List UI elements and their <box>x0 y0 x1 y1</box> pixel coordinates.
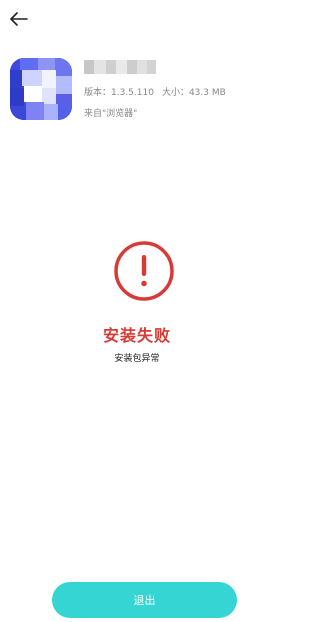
app-name-mask <box>84 60 156 74</box>
source-text: 来自"浏览器" <box>84 109 138 119</box>
exit-button[interactable]: 退出 <box>52 582 237 618</box>
status-subtitle: 安装包异常 <box>114 354 160 364</box>
back-button[interactable] <box>8 8 30 30</box>
app-info-header: 版本：1.3.5.110 大小：43.3 MB 来自"浏览器" <box>0 50 274 130</box>
app-meta: 版本：1.3.5.110 大小：43.3 MB <box>84 85 226 98</box>
exit-button-label: 退出 <box>133 594 156 607</box>
app-icon <box>10 58 72 120</box>
size-text: 大小：43.3 MB <box>161 88 226 98</box>
arrow-left-icon <box>10 12 28 26</box>
alert-circle-icon <box>114 241 174 301</box>
version-text: 版本：1.3.5.110 <box>84 88 154 98</box>
status-title: 安装失败 <box>102 326 171 345</box>
